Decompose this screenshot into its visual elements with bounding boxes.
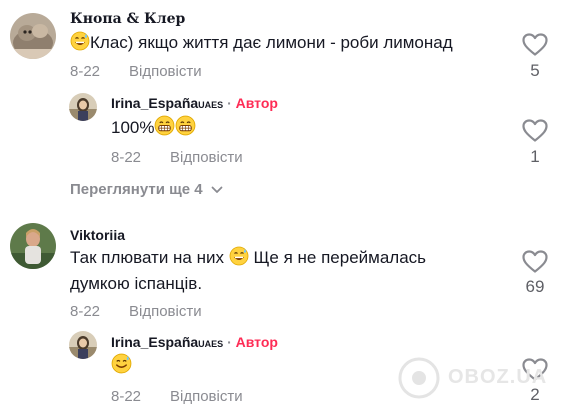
chevron-down-icon[interactable] [211,181,223,198]
like-count: 69 [525,277,545,296]
reply-button[interactable]: Відповісти [170,149,243,166]
comment-username[interactable]: Viktoriia [70,227,125,243]
user-avatar-image [10,223,56,269]
watermark: OBOZ.UA [396,355,546,406]
reply-username[interactable]: Irina_EspañaUAES · Автор [111,334,278,350]
grinning-sweat-emoji-icon [70,31,90,59]
smiling-sweat-emoji-icon [111,353,132,382]
comment-date: 8-22 [70,63,101,80]
separator-dot: · [227,334,232,350]
avatar[interactable] [69,331,97,359]
username-text[interactable]: Irina_España [111,95,198,111]
grinning-sweat-emoji-icon [229,246,249,274]
reply-date: 8-22 [111,149,142,166]
comment-text: Клас) якщо життя дає лимони - роби лимон… [70,30,453,59]
username-text[interactable]: Irina_España [111,334,198,350]
view-more-replies-button[interactable]: Переглянути ще 4 [70,181,223,198]
reply-button[interactable]: Відповісти [129,63,202,80]
author-badge: Автор [235,334,278,350]
view-more-replies-label[interactable]: Переглянути ще 4 [70,181,203,198]
avatar[interactable] [10,223,56,269]
grin-emoji-icon [154,115,175,144]
watermark-text: OBOZ.UA [448,366,548,388]
comment-date: 8-22 [70,303,101,320]
reply-text-content: 100% [111,118,155,137]
user-avatar-image [69,93,97,121]
avatar[interactable] [69,93,97,121]
comment-text-content: Ще я не переймалась [253,248,427,267]
reply-date: 8-22 [111,388,142,405]
comment-text-content: Так плювати на них [70,248,224,267]
username-suffix: UAES [198,100,224,110]
like-count: 5 [530,61,540,80]
reply-button[interactable]: Відповісти [129,303,202,320]
heart-icon[interactable] [522,119,548,143]
reply-text: 100% [111,115,196,144]
cat-avatar-image [10,13,56,59]
grin-emoji-icon [175,115,196,144]
comment-username[interactable]: Кнопа & Клер [70,11,185,27]
separator-dot: · [227,95,232,111]
username-suffix: UAES [198,339,224,349]
reply-username[interactable]: Irina_EspañaUAES · Автор [111,95,278,111]
author-badge: Автор [235,95,278,111]
comment-text: Так плювати на них Ще я не переймалась [70,245,426,274]
comment-text-content: Клас) якщо життя дає лимони - роби лимон… [90,33,453,52]
heart-icon[interactable] [522,250,548,274]
avatar[interactable] [10,13,56,59]
reply-text [111,353,132,382]
reply-button[interactable]: Відповісти [170,388,243,405]
like-count: 1 [530,147,540,166]
user-avatar-image [69,331,97,359]
heart-icon[interactable] [522,33,548,57]
comment-text: думкою іспанців. [70,274,203,293]
